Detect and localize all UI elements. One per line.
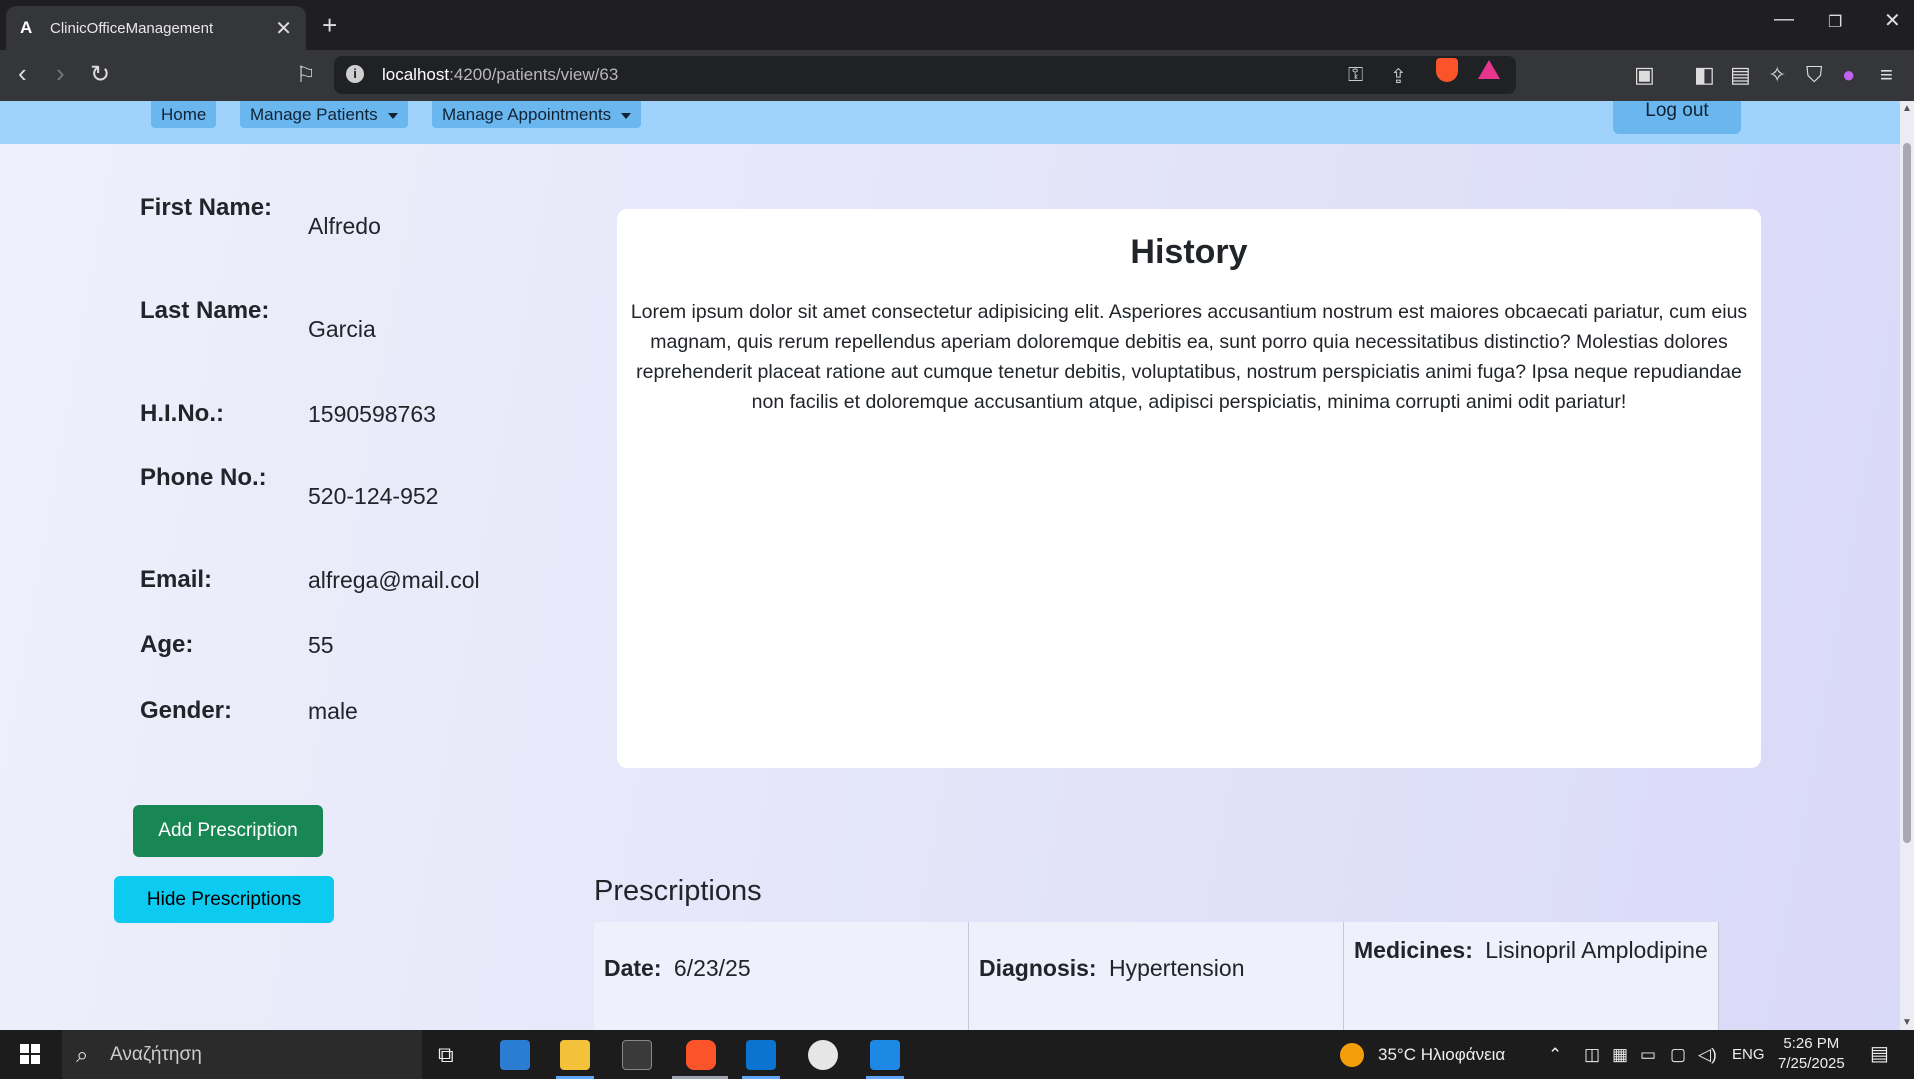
close-window-icon[interactable]: ✕	[1884, 8, 1901, 33]
prescription-medicines-cell: Medicines: Lisinopril Amplodipine	[1344, 922, 1719, 1030]
history-card: History Lorem ipsum dolor sit amet conse…	[617, 209, 1761, 768]
phone-value: 520-124-952	[308, 483, 439, 509]
share-icon[interactable]: ⇪	[1390, 64, 1407, 89]
nav-home[interactable]: Home	[151, 101, 217, 128]
minimize-icon[interactable]: —	[1774, 8, 1794, 31]
browser-tabbar: A ClinicOfficeManagement ✕ + — ❐ ✕	[0, 0, 1914, 50]
taskbar-search[interactable]: ⌕ Αναζήτηση	[62, 1030, 422, 1079]
age-label: Age:	[140, 631, 194, 658]
key-icon[interactable]: ⚿	[1348, 64, 1363, 87]
browser-tab[interactable]: A ClinicOfficeManagement ✕	[6, 6, 306, 50]
table-row: Date: 6/23/25 Diagnosis: Hypertension Me…	[594, 922, 1720, 1030]
paint-app-icon[interactable]	[808, 1040, 838, 1070]
vpn-icon[interactable]: ⛉	[1806, 62, 1823, 88]
language-indicator[interactable]: ENG	[1732, 1030, 1765, 1079]
last-name-label: Last Name:	[140, 297, 270, 324]
windows-taskbar: ⌕ Αναζήτηση ⧉ 35°C Ηλιοφάνεια ⌃ ◫ ▦ ▭ ▢ …	[0, 1030, 1914, 1079]
history-title: History	[1130, 233, 1248, 271]
email-value: alfrega@mail.col	[308, 567, 480, 593]
scrollbar-thumb[interactable]	[1903, 143, 1911, 843]
medicines-label: Medicines:	[1354, 937, 1473, 963]
nav-manage-appointments-label: Manage Appointments	[442, 105, 612, 124]
volume-icon[interactable]: ◁)	[1698, 1030, 1717, 1079]
first-name-value: Alfredo	[308, 213, 381, 239]
prescriptions-title: Prescriptions	[594, 875, 762, 907]
vscode-icon[interactable]	[746, 1040, 776, 1070]
clock-date: 7/25/2025	[1778, 1055, 1845, 1072]
terminal-icon[interactable]	[622, 1040, 652, 1070]
nav-manage-patients[interactable]: Manage Patients	[240, 101, 408, 128]
date-label: Date:	[604, 955, 662, 981]
brave-shields-icon[interactable]	[1436, 58, 1458, 82]
network-app-icon[interactable]: ▦	[1612, 1030, 1628, 1079]
add-prescription-button[interactable]: Add Prescription	[133, 805, 323, 857]
file-explorer-icon[interactable]	[560, 1040, 590, 1070]
brave-browser-icon[interactable]	[686, 1040, 716, 1070]
menu-icon[interactable]: ≡	[1880, 62, 1893, 88]
hide-prescriptions-button[interactable]: Hide Prescriptions	[114, 876, 334, 923]
meet-icon[interactable]: ◫	[1584, 1030, 1600, 1079]
sidebar-icon[interactable]: ◧	[1694, 62, 1715, 88]
close-tab-icon[interactable]: ✕	[275, 16, 292, 41]
scroll-up-icon[interactable]: ▲	[1902, 103, 1912, 114]
history-text: Lorem ipsum dolor sit amet consectetur a…	[630, 301, 1748, 413]
page-viewport: Home Manage Patients Manage Appointments…	[0, 101, 1914, 1030]
nav-manage-patients-label: Manage Patients	[250, 105, 378, 124]
reader-icon[interactable]: ▣	[1634, 62, 1655, 88]
back-icon[interactable]: ‹	[18, 58, 27, 89]
site-info-icon[interactable]: i	[346, 65, 364, 83]
angular-icon: A	[20, 18, 33, 37]
last-name-value: Garcia	[308, 316, 376, 342]
taskbar-search-placeholder: Αναζήτηση	[110, 1044, 202, 1065]
battery-icon[interactable]: ▭	[1640, 1030, 1656, 1079]
medicines-value: Lisinopril Amplodipine	[1485, 937, 1708, 963]
logout-button[interactable]: Log out	[1613, 101, 1741, 134]
prescription-diagnosis-cell: Diagnosis: Hypertension	[969, 922, 1344, 1030]
diagnosis-value: Hypertension	[1108, 955, 1245, 981]
hino-label: H.I.No.:	[140, 400, 224, 427]
gender-label: Gender:	[140, 697, 233, 724]
leo-ai-icon[interactable]: ✧	[1768, 62, 1786, 88]
profile-icon[interactable]: ●	[1842, 62, 1855, 88]
prescription-date-cell: Date: 6/23/25	[594, 922, 969, 1030]
weather-sun-icon[interactable]	[1340, 1043, 1364, 1067]
app-navbar: Home Manage Patients Manage Appointments…	[0, 101, 1900, 144]
url-text[interactable]: localhost:4200/patients/view/63	[382, 65, 618, 85]
brave-rewards-icon[interactable]	[1478, 60, 1500, 79]
search-icon: ⌕	[76, 1042, 89, 1067]
notifications-icon[interactable]: ▤	[1870, 1030, 1889, 1079]
page-scrollbar[interactable]: ▲ ▼	[1900, 101, 1914, 1030]
scroll-down-icon[interactable]: ▼	[1902, 1017, 1912, 1028]
gender-value: male	[308, 698, 358, 724]
tray-overflow-icon[interactable]: ⌃	[1548, 1030, 1562, 1079]
reload-icon[interactable]: ↻	[90, 60, 110, 89]
new-tab-icon[interactable]: +	[322, 10, 337, 41]
diagnosis-label: Diagnosis:	[979, 955, 1097, 981]
bookmark-icon[interactable]: ⚐	[296, 62, 316, 88]
browser-toolbar: ‹ › ↻ ⚐ i localhost:4200/patients/view/6…	[0, 50, 1914, 101]
caret-down-icon	[621, 112, 632, 119]
nav-manage-appointments[interactable]: Manage Appointments	[432, 101, 642, 128]
restore-icon[interactable]: ❐	[1828, 12, 1842, 32]
tab-title: ClinicOfficeManagement	[50, 19, 214, 37]
address-bar[interactable]: i localhost:4200/patients/view/63 ⚿ ⇪	[334, 56, 1516, 94]
first-name-label: First Name:	[140, 194, 273, 221]
weather-text[interactable]: 35°C Ηλιοφάνεια	[1378, 1030, 1505, 1079]
display-icon[interactable]: ▢	[1670, 1030, 1686, 1079]
task-view-icon[interactable]: ⧉	[438, 1030, 454, 1079]
taskbar-clock[interactable]: 5:26 PM 7/25/2025	[1778, 1034, 1845, 1074]
docs-app-icon[interactable]	[500, 1040, 530, 1070]
email-label: Email:	[140, 566, 213, 593]
date-value: 6/23/25	[673, 955, 751, 981]
photos-app-icon[interactable]	[870, 1040, 900, 1070]
age-value: 55	[308, 632, 334, 658]
caret-down-icon	[387, 112, 398, 119]
phone-label: Phone No.:	[140, 464, 267, 491]
hino-value: 1590598763	[308, 401, 436, 427]
windows-start-icon[interactable]	[20, 1044, 40, 1064]
wallet-icon[interactable]: ▤	[1730, 62, 1751, 88]
clock-time: 5:26 PM	[1783, 1035, 1840, 1052]
forward-icon[interactable]: ›	[56, 58, 65, 89]
